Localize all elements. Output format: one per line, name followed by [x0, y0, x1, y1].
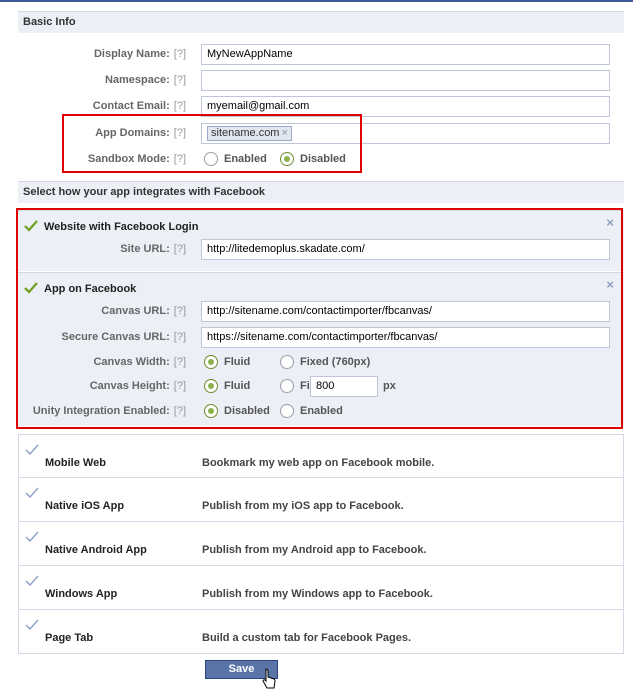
sandbox-mode-label: Sandbox Mode: [?] [87, 153, 186, 165]
display-name-row: Display Name: [?] MyNewAppName [18, 44, 624, 66]
canvas-width-label: Canvas Width: [?] [93, 356, 186, 368]
option-desc: Bookmark my web app on Facebook mobile. [202, 457, 435, 469]
canvas-height-row: Canvas Height:[?] Fluid Fixed at 800 px [18, 376, 624, 398]
canvas-width-fixed-option[interactable]: Fixed (760px) [280, 355, 370, 369]
sandbox-disabled-option[interactable]: Disabled [280, 152, 346, 166]
help-link[interactable]: [?] [174, 100, 186, 112]
contact-email-row: Contact Email: [?] myemail@gmail.com [18, 96, 624, 118]
canvas-width-row: Canvas Width: [?] Fluid Fixed (760px) [18, 352, 624, 374]
option-page-tab[interactable]: Page Tab Build a custom tab for Facebook… [18, 610, 624, 654]
close-icon[interactable]: × [606, 215, 614, 230]
option-title: Windows App [45, 588, 118, 600]
option-title: Page Tab [45, 632, 94, 644]
display-name-input[interactable]: MyNewAppName [201, 44, 610, 65]
px-unit-label: px [383, 380, 396, 392]
site-url-input[interactable]: http://litedemoplus.skadate.com/ [201, 239, 610, 260]
option-desc: Publish from my Windows app to Facebook. [202, 588, 433, 600]
radio-selected-icon[interactable] [280, 152, 294, 166]
option-windows-app[interactable]: Windows App Publish from my Windows app … [18, 566, 624, 610]
top-border [0, 0, 633, 2]
option-mobile-web[interactable]: Mobile Web Bookmark my web app on Facebo… [18, 434, 624, 478]
help-link[interactable]: [?] [174, 153, 186, 165]
option-desc: Publish from my Android app to Facebook. [202, 544, 427, 556]
option-desc: Publish from my iOS app to Facebook. [202, 500, 404, 512]
namespace-label: Namespace: [?] [104, 74, 186, 86]
radio-icon[interactable] [280, 355, 294, 369]
check-outline-icon [25, 575, 39, 587]
check-outline-icon [25, 531, 39, 543]
help-link[interactable]: [?] [174, 48, 186, 60]
help-link[interactable]: [?] [174, 331, 186, 343]
radio-selected-icon[interactable] [204, 379, 218, 393]
radio-icon[interactable] [204, 152, 218, 166]
canvas-height-fluid-option[interactable]: Fluid [204, 379, 250, 393]
secure-canvas-url-label: Secure Canvas URL: [?] [61, 331, 186, 343]
basic-info-header: Basic Info [18, 11, 624, 33]
pointer-cursor-icon [262, 668, 276, 689]
help-link[interactable]: [?] [174, 356, 186, 368]
radio-selected-icon[interactable] [204, 355, 218, 369]
unity-row: Unity Integration Enabled: [?] Disabled E… [18, 401, 624, 423]
namespace-input[interactable] [201, 70, 610, 91]
option-title: Native Android App [45, 544, 147, 556]
secure-canvas-url-row: Secure Canvas URL: [?] https://sitename.c… [18, 327, 624, 349]
website-title: Website with Facebook Login [44, 221, 199, 233]
check-outline-icon [25, 619, 39, 631]
help-link[interactable]: [?] [174, 243, 186, 255]
contact-email-input[interactable]: myemail@gmail.com [201, 96, 610, 117]
canvas-height-input[interactable]: 800 [310, 376, 378, 397]
unity-disabled-option[interactable]: Disabled [204, 404, 270, 418]
radio-icon[interactable] [280, 379, 294, 393]
check-icon [24, 282, 38, 294]
canvas-url-row: Canvas URL: [?] http://sitename.com/conta… [18, 301, 624, 323]
canvas-url-label: Canvas URL: [?] [101, 305, 186, 317]
app-domains-input[interactable]: sitename.com × [201, 123, 610, 144]
canvas-height-label: Canvas Height: [?] [89, 380, 186, 392]
option-title: Native iOS App [45, 500, 125, 512]
close-icon[interactable]: × [606, 277, 614, 292]
canvas-width-fluid-option[interactable]: Fluid [204, 355, 250, 369]
option-desc: Build a custom tab for Facebook Pages. [202, 632, 412, 644]
canvas-url-input[interactable]: http://sitename.com/contactimporter/fbca… [201, 301, 610, 322]
radio-selected-icon[interactable] [204, 404, 218, 418]
integration-header: Select how your app integrates with Face… [18, 181, 624, 203]
check-icon [24, 220, 38, 232]
option-native-ios[interactable]: Native iOS App Publish from my iOS app t… [18, 478, 624, 522]
display-name-label: Display Name: [?] [93, 48, 186, 60]
site-url-row: Site URL: [?] http://litedemoplus.skadate… [18, 239, 624, 261]
contact-email-label: Contact Email: [?] [92, 100, 186, 112]
sandbox-enabled-option[interactable]: Enabled [204, 152, 267, 166]
domain-token: sitename.com × [207, 126, 292, 141]
radio-icon[interactable] [280, 404, 294, 418]
site-url-label: Site URL: [?] [120, 243, 186, 255]
app-domains-label: App Domains: [?] [95, 127, 186, 139]
unity-label: Unity Integration Enabled: [?] [32, 405, 186, 417]
option-native-android[interactable]: Native Android App Publish from my Andro… [18, 522, 624, 566]
remove-token-icon[interactable]: × [281, 127, 287, 139]
help-link[interactable]: [?] [174, 127, 186, 139]
check-outline-icon [25, 444, 39, 456]
app-on-facebook-title: App on Facebook [44, 283, 137, 295]
option-title: Mobile Web [45, 457, 106, 469]
unity-enabled-option[interactable]: Enabled [280, 404, 343, 418]
sandbox-mode-row: Sandbox Mode: [?] Enabled Disabled [18, 149, 624, 171]
help-link[interactable]: [?] [174, 380, 186, 392]
help-link[interactable]: [?] [174, 405, 186, 417]
namespace-row: Namespace: [?] [18, 70, 624, 92]
help-link[interactable]: [?] [174, 74, 186, 86]
app-domains-row: App Domains: [?] sitename.com × [18, 123, 624, 145]
help-link[interactable]: [?] [174, 305, 186, 317]
secure-canvas-url-input[interactable]: https://sitename.com/contactimporter/fbc… [201, 327, 610, 348]
check-outline-icon [25, 487, 39, 499]
